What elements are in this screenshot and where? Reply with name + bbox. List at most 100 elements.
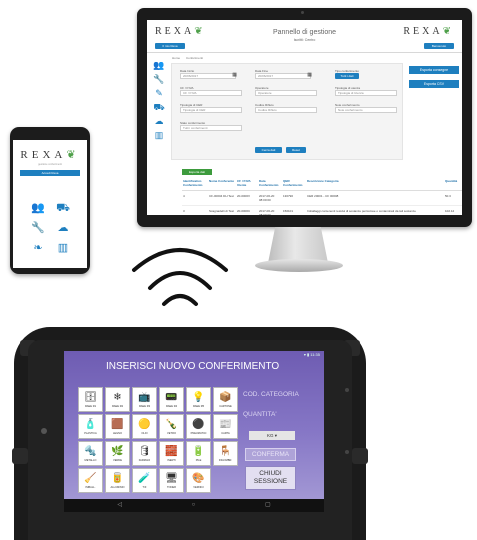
page-title: INSERISCI NUOVO CONFERIMENTO xyxy=(106,361,280,372)
col-qty[interactable]: Quantità xyxy=(444,178,462,191)
chart-icon[interactable]: ▥ xyxy=(152,129,166,142)
category-label: INGOMBR. xyxy=(218,458,233,462)
category-tile[interactable]: 🪑 INGOMBR. xyxy=(213,441,238,466)
category-tile[interactable]: 🛢 FARMACI xyxy=(132,441,157,466)
category-tile[interactable]: 🖥 TONER xyxy=(159,468,184,493)
users-icon[interactable]: 👥 xyxy=(27,200,49,217)
state-select[interactable]: Tutti i conferimenti xyxy=(180,125,242,131)
filter-tag[interactable]: Tutti i dati xyxy=(335,73,359,79)
phone-login-button[interactable]: Accedi Rexa xyxy=(20,170,80,176)
export-deliveries-button[interactable]: Esporta consegne xyxy=(409,66,459,74)
leaf-icon: ❦ xyxy=(66,149,80,161)
category-tile[interactable]: 💡 RAEE R5 xyxy=(186,387,211,412)
category-icon: 🧱 xyxy=(165,445,178,457)
cell-cf: 20-0000C xyxy=(236,205,258,215)
category-label: TONER xyxy=(166,485,177,489)
leaf-icon[interactable]: ✎ xyxy=(152,87,166,100)
category-tile[interactable]: 🧴 PLASTICA xyxy=(78,414,103,439)
reset-button[interactable]: Reset xyxy=(286,147,306,153)
cell-cf: 20-0000V xyxy=(236,190,258,206)
wrench-icon[interactable]: 🔧 xyxy=(27,220,49,237)
category-tile[interactable]: 🧹 IMBALL. xyxy=(78,468,103,493)
tablet-sensor xyxy=(345,388,349,392)
category-tile[interactable]: 🔩 METALLO xyxy=(78,441,103,466)
category-tile[interactable]: 🧪 T/F xyxy=(132,468,157,493)
tablet-sensor xyxy=(345,450,349,454)
wrench-icon[interactable]: 🔧 xyxy=(152,73,166,86)
desktop-monitor: REXA❦ Il mio Rexa Pannello di gestione I… xyxy=(137,8,472,227)
category-tile[interactable]: 🧱 INERTI xyxy=(159,441,184,466)
category-tile[interactable]: 🔋 PILE xyxy=(186,441,211,466)
category-tile[interactable]: 📺 RAEE R3 xyxy=(132,387,157,412)
cloud-icon[interactable]: ☁ xyxy=(152,115,166,128)
my-rexa-button[interactable]: Il mio Rexa xyxy=(155,43,185,49)
category-label: RAEE R5 xyxy=(192,404,205,408)
close-session-button[interactable]: CHIUDI SESSIONE xyxy=(245,466,296,490)
cloud-icon[interactable]: ☁ xyxy=(52,220,74,237)
cell-date: 2017-06-20 08:00:00 xyxy=(258,205,282,215)
calendar-icon[interactable]: ▦ xyxy=(307,72,312,78)
category-tile[interactable]: 🍾 VETRO xyxy=(159,414,184,439)
phone-rexa-logo: REXA❦ xyxy=(13,148,87,161)
export-data-button[interactable]: Esporta dati xyxy=(182,169,212,175)
col-name[interactable]: Nome Conferente xyxy=(208,178,236,191)
export-csv-button[interactable]: Esporta CSV xyxy=(409,80,459,88)
category-icon: 💡 xyxy=(192,391,205,403)
category-tile[interactable]: 🎨 VERNICI xyxy=(186,468,211,493)
android-nav-bar[interactable]: ◁ ○ ▢ xyxy=(64,499,324,512)
col-date[interactable]: Data Conferimento xyxy=(258,178,282,191)
area-select[interactable]: Tipologia di Utenza xyxy=(335,90,397,96)
col-qbr[interactable]: QBR Conferimento xyxy=(282,178,306,191)
confirm-button[interactable]: CONFERMA xyxy=(245,448,296,461)
calendar-icon[interactable]: ▦ xyxy=(232,72,237,78)
cer-select[interactable]: Tipologia di CER xyxy=(180,107,242,113)
category-label: RAEE R2 xyxy=(111,404,124,408)
unit-select[interactable]: KG ▾ xyxy=(249,431,295,440)
truck-icon[interactable]: ⛟ xyxy=(52,200,74,217)
breadcrumb: Home Conferimenti xyxy=(172,56,209,60)
category-label: FARMACI xyxy=(138,458,151,462)
welcome-button[interactable]: Benvenuto xyxy=(424,43,454,49)
cell-qbr: 130790 xyxy=(282,190,306,206)
tab-conferimenti[interactable]: Conferimenti xyxy=(186,56,203,60)
users-icon[interactable]: 👥 xyxy=(152,59,166,72)
category-tile[interactable]: 🗄 RAEE R1 xyxy=(78,387,103,412)
date-from-input[interactable]: 20/06/2017 xyxy=(180,73,236,79)
cell-qty: 102.12 xyxy=(444,205,462,215)
date-to-input[interactable]: 20/06/2017 xyxy=(255,73,311,79)
category-icon: 🧹 xyxy=(84,472,97,484)
cod-input[interactable]: Codice Rifiuto xyxy=(255,107,317,113)
page-subtitle: Iscritti: Centro xyxy=(293,38,316,42)
col-id[interactable]: Identificativo Conferimento xyxy=(182,178,208,191)
category-tile[interactable]: 🟡 OLIO xyxy=(132,414,157,439)
table-row[interactable]: 4 CF-00004 DH Test 20-0000V 2017-06-20 0… xyxy=(182,190,462,206)
operator-input[interactable]: Operatore xyxy=(255,90,317,96)
chart-icon[interactable]: ▥ xyxy=(52,240,74,257)
category-icon: 🔋 xyxy=(192,445,205,457)
find-button[interactable]: Cerca dati xyxy=(255,147,282,153)
cell-qbr: 150101 xyxy=(282,205,306,215)
bumper-corner xyxy=(352,448,368,464)
category-tile[interactable]: 📦 CARTONE xyxy=(213,387,238,412)
category-tile[interactable]: 🥫 ALLUMINIO xyxy=(105,468,130,493)
tab-home[interactable]: Home xyxy=(172,56,180,60)
cell-id: 4 xyxy=(182,190,208,206)
col-cf[interactable]: CF / P.IVA Utente xyxy=(236,178,258,191)
note-input[interactable]: Note conferimento xyxy=(335,107,397,113)
category-tile[interactable]: 🌿 VERDE xyxy=(105,441,130,466)
category-tile[interactable]: ❄ RAEE R2 xyxy=(105,387,130,412)
category-icon: 📺 xyxy=(138,391,151,403)
leaf-icon[interactable]: ❧ xyxy=(27,240,49,257)
truck-icon[interactable]: ⛟ xyxy=(152,101,166,114)
table-row[interactable]: 3 Scagnadelli di Test 20-0000C 2017-06-2… xyxy=(182,205,462,215)
category-tile[interactable]: ⚫ PNEUMATICI xyxy=(186,414,211,439)
category-label: VERDE xyxy=(113,458,122,462)
category-tile[interactable]: 🟫 LEGNO xyxy=(105,414,130,439)
category-tile[interactable]: 📰 CARTA xyxy=(213,414,238,439)
cf-input[interactable]: CF / P.IVA xyxy=(180,90,242,96)
col-category[interactable]: Descrizione Categoria xyxy=(306,178,444,191)
category-icon: 🧴 xyxy=(84,418,97,430)
category-label: VETRO xyxy=(167,431,176,435)
category-tile[interactable]: 📟 RAEE R4 xyxy=(159,387,184,412)
note-field: Note conferimento Note conferimento xyxy=(335,103,397,113)
